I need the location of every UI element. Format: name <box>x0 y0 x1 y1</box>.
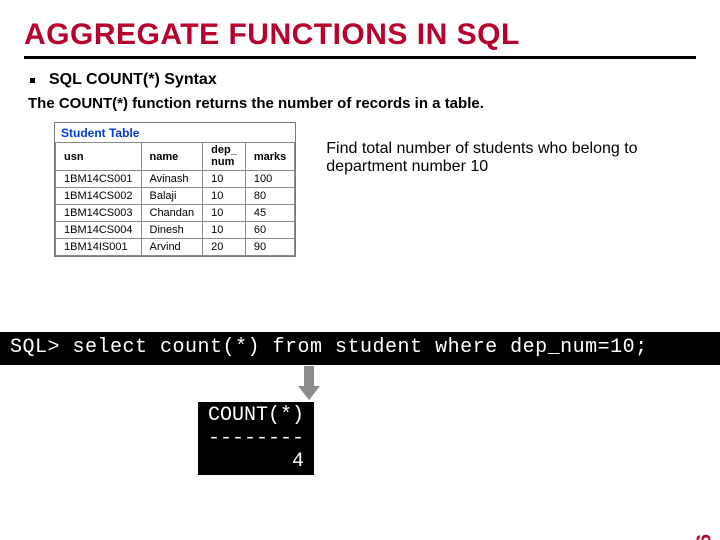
table-caption: Student Table <box>55 123 295 142</box>
task-note: Find total number of students who belong… <box>326 140 656 176</box>
sql-result: COUNT(*) -------- 4 <box>198 402 314 475</box>
table-row: 1BM14CS002 Balaji 10 80 <box>56 188 295 205</box>
table-row: 1BM14IS001 Arvind 20 90 <box>56 239 295 256</box>
arrow-down-icon <box>300 366 318 402</box>
page-number: 56 <box>693 534 716 540</box>
col-usn: usn <box>56 143 142 171</box>
bullet-item: SQL COUNT(*) Syntax <box>30 71 696 89</box>
result-value: 4 <box>208 450 304 473</box>
table-header-row: usn name dep_ num marks <box>56 143 295 171</box>
result-sep: -------- <box>208 427 304 450</box>
col-marks: marks <box>245 143 294 171</box>
slide: AGGREGATE FUNCTIONS IN SQL SQL COUNT(*) … <box>0 0 720 540</box>
col-dep: dep_ num <box>203 143 246 171</box>
col-name: name <box>141 143 203 171</box>
bullet-icon <box>30 78 35 83</box>
table-row: 1BM14CS004 Dinesh 10 60 <box>56 222 295 239</box>
subheader: SQL COUNT(*) Syntax <box>49 71 217 89</box>
student-table: usn name dep_ num marks 1BM14CS001 Avina… <box>55 142 295 256</box>
table-row: 1BM14CS003 Chandan 10 45 <box>56 205 295 222</box>
description: The COUNT(*) function returns the number… <box>28 95 696 112</box>
table-and-note: Student Table usn name dep_ num marks <box>54 122 696 257</box>
sql-query: SQL> select count(*) from student where … <box>0 332 720 365</box>
student-table-wrap: Student Table usn name dep_ num marks <box>54 122 296 257</box>
result-header: COUNT(*) <box>208 404 304 427</box>
slide-title: AGGREGATE FUNCTIONS IN SQL <box>24 18 696 59</box>
table-row: 1BM14CS001 Avinash 10 100 <box>56 171 295 188</box>
